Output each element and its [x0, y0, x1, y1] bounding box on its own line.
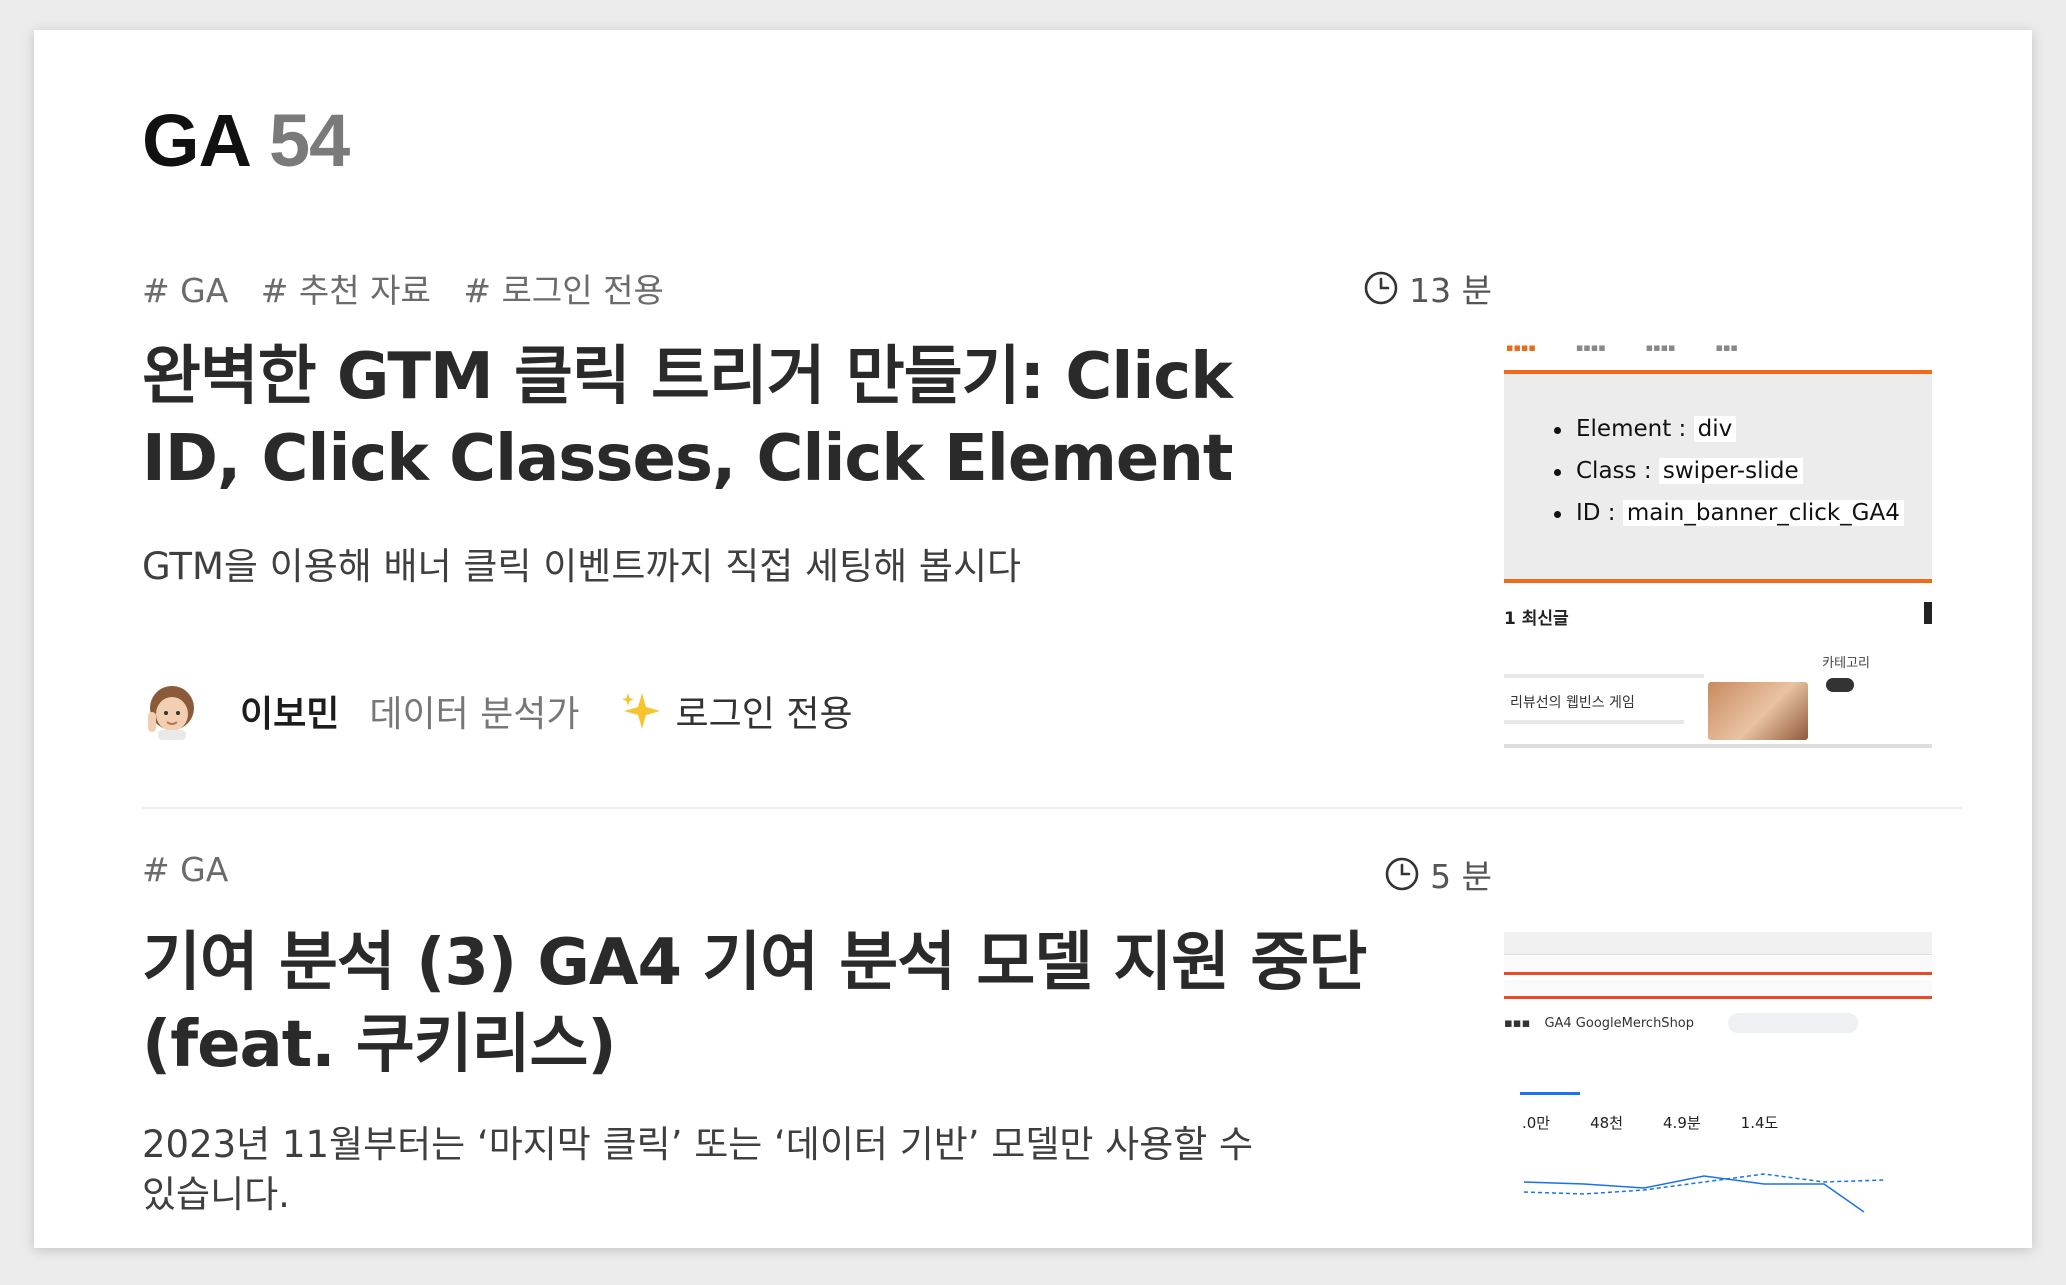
thumbnail-photo	[1708, 682, 1808, 740]
thumbnail-bullet: Element : div	[1554, 416, 1932, 442]
thumbnail-metric: 48천	[1590, 1114, 1624, 1132]
article-thumbnail[interactable]: ▪▪▪▪ ▪▪▪▪ ▪▪▪▪ ▪▪▪ Element : div Class : sw…	[1504, 332, 1932, 754]
tag-ga[interactable]: # GA	[142, 850, 228, 889]
thumbnail-bullet: Class : swiper-slide	[1554, 458, 1932, 484]
thumbnail-metric: 4.9분	[1663, 1114, 1701, 1132]
tag-list: # GA # 추천 자료 # 로그인 전용	[142, 264, 686, 312]
thumbnail-bullet: ID : main_banner_click_GA4	[1554, 500, 1932, 526]
thumbnail-nav: ▪▪▪▪ ▪▪▪▪ ▪▪▪▪ ▪▪▪	[1506, 340, 1738, 354]
tag-recommended[interactable]: # 추천 자료	[261, 271, 431, 310]
read-time: 5 분	[1384, 850, 1492, 898]
thumbnail-search-bar	[1728, 1013, 1859, 1033]
page-title: GA 54	[142, 98, 350, 183]
article-description: GTM을 이용해 배너 클릭 이벤트까지 직접 세팅해 봅시다	[142, 545, 1022, 588]
read-time: 13 분	[1363, 264, 1492, 312]
thumbnail-app-header: ▪▪▪ GA4 GoogleMerchShop	[1504, 1008, 1932, 1038]
thumbnail-metrics: .0만 48천 4.9분 1.4도	[1522, 1112, 1778, 1133]
article-title[interactable]: 완벽한 GTM 클릭 트리거 만들기: Click ID, Click Clas…	[142, 336, 1342, 500]
thumbnail-metric: 1.4도	[1740, 1114, 1779, 1132]
thumbnail-metric: .0만	[1522, 1114, 1551, 1132]
tag-list: # GA	[142, 850, 250, 889]
thumbnail-section-heading: 1 최신글	[1504, 609, 1569, 629]
author-name[interactable]: 이보민	[240, 685, 339, 737]
article-thumbnail[interactable]: ▪▪▪ GA4 GoogleMerchShop .0만 48천 4.9분 1.4…	[1504, 932, 1932, 1237]
sparkle-icon	[620, 689, 664, 733]
divider	[142, 807, 1962, 809]
article-card[interactable]: # GA 5 분 기여 분석 (3) GA4 기여 분석 모델 지원 중단 (f…	[142, 850, 1932, 1250]
tag-ga[interactable]: # GA	[142, 271, 228, 310]
read-time-value: 5 분	[1430, 857, 1492, 896]
article-title[interactable]: 기여 분석 (3) GA4 기여 분석 모델 지원 중단 (feat. 쿠키리스…	[142, 922, 1402, 1086]
thumbnail-highlight-box: Element : div Class : swiper-slide ID : …	[1504, 370, 1932, 583]
article-count: 54	[269, 99, 350, 182]
article-meta: 이보민 데이터 분석가 로그인 전용	[142, 682, 853, 740]
article-description: 2023년 11월부터는 ‘마지막 클릭’ 또는 ‘데이터 기반’ 모델만 사용…	[142, 1123, 1254, 1216]
thumbnail-app-label: GA4 GoogleMerchShop	[1544, 1015, 1695, 1031]
read-time-value: 13 분	[1409, 271, 1492, 310]
thumbnail-lower: 1 최신글 카테고리 리뷰선의 웹빈스 게임	[1504, 592, 1932, 754]
clock-icon	[1363, 270, 1399, 306]
login-only-badge: 로그인 전용	[675, 694, 853, 735]
avatar	[142, 682, 200, 740]
thumbnail-browser-bar	[1504, 932, 1932, 955]
article-list-card: GA 54 # GA # 추천 자료 # 로그인 전용 13 분 완벽한 GTM …	[34, 30, 2032, 1248]
page-title-text: GA	[142, 99, 252, 182]
tag-login-only[interactable]: # 로그인 전용	[463, 271, 663, 310]
author-role: 데이터 분석가	[369, 694, 580, 735]
thumbnail-url-bar	[1504, 980, 1932, 999]
thumbnail-line-chart	[1524, 1173, 1885, 1213]
thumbnail-tab-underline	[1520, 1092, 1580, 1095]
thumbnail-category-label: 카테고리	[1822, 656, 1870, 671]
thumbnail-url-bar	[1504, 956, 1932, 975]
clock-icon	[1384, 856, 1420, 892]
thumbnail-item-title: 리뷰선의 웹빈스 게임	[1510, 695, 1635, 711]
article-card[interactable]: # GA # 추천 자료 # 로그인 전용 13 분 완벽한 GTM 클릭 트리…	[142, 264, 1932, 809]
